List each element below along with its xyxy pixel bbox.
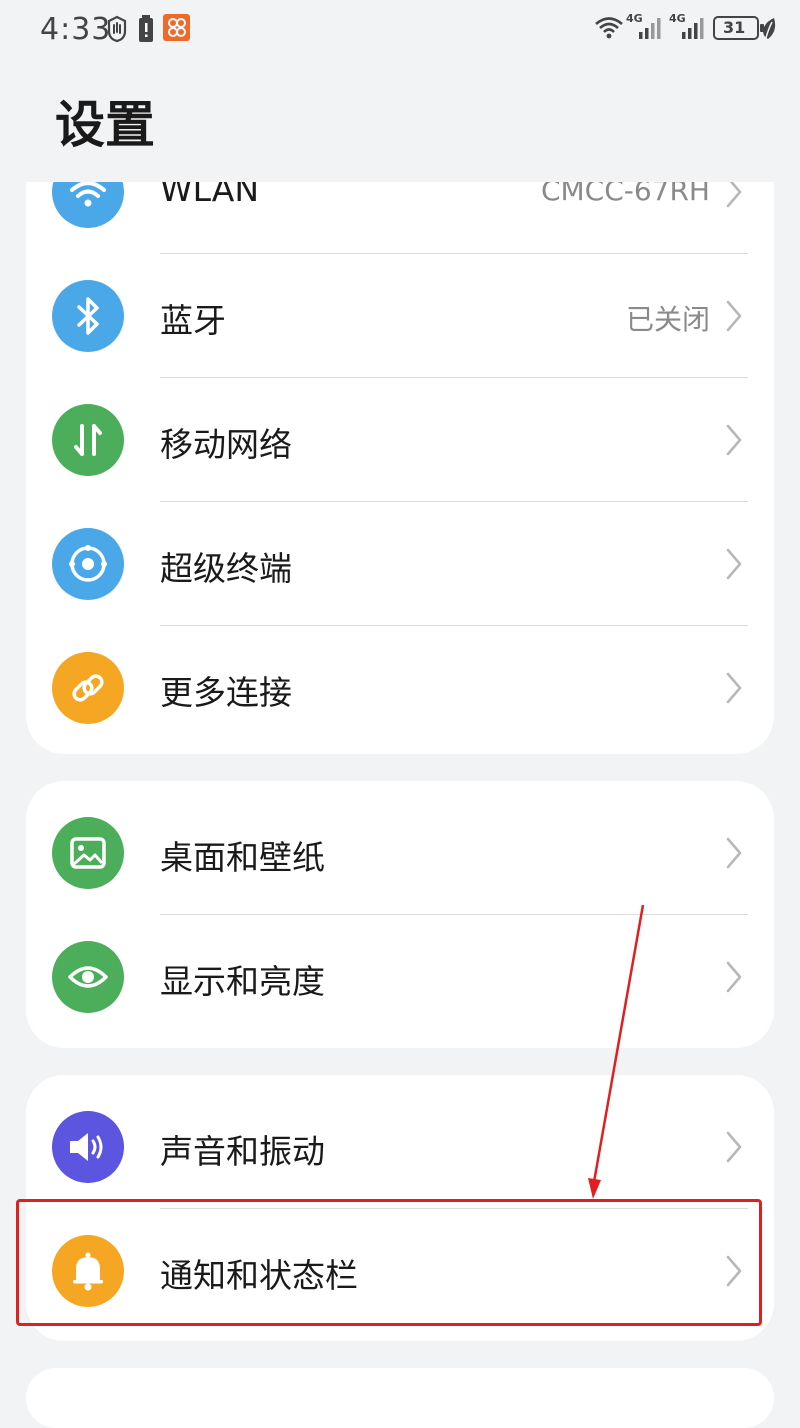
chevron-right-icon (726, 424, 742, 456)
mobile-data-icon (52, 404, 124, 476)
signal-4g-icon-2: 4G (669, 12, 707, 42)
settings-item-wlan[interactable]: WLAN CMCC-67RH (26, 182, 774, 254)
settings-item-super-device[interactable]: 超级终端 (26, 502, 774, 626)
display-card: 桌面和壁纸 显示和亮度 (26, 781, 774, 1048)
super-device-icon (52, 528, 124, 600)
settings-item-label: WLAN (160, 182, 260, 209)
wifi-icon (595, 17, 623, 39)
leaf-icon (763, 18, 776, 39)
status-bar: 4:33 4G 4G 31 (0, 0, 800, 60)
speaker-icon (52, 1111, 124, 1183)
settings-item-wallpaper[interactable]: 桌面和壁纸 (26, 791, 774, 915)
chevron-right-icon (726, 837, 742, 869)
chevron-right-icon (726, 548, 742, 580)
settings-item-value: 已关闭 (625, 303, 710, 336)
bluetooth-icon (52, 280, 124, 352)
settings-item-mobile-network[interactable]: 移动网络 (26, 378, 774, 502)
settings-item-label: 超级终端 (160, 549, 292, 588)
connectivity-card: WLAN CMCC-67RH 蓝牙 已关闭 移动网络 超级终端 更多连接 (26, 182, 774, 754)
wifi-icon (52, 182, 124, 228)
app-badge-icon (163, 14, 190, 41)
settings-item-label: 蓝牙 (160, 301, 226, 340)
highlight-box (16, 1199, 762, 1326)
settings-item-label: 声音和振动 (160, 1132, 325, 1171)
settings-item-display[interactable]: 显示和亮度 (26, 915, 774, 1039)
signal-4g-icon: 4G (626, 12, 664, 42)
eye-icon (52, 941, 124, 1013)
chevron-right-icon (726, 672, 742, 704)
settings-item-value: CMCC-67RH (540, 182, 710, 207)
settings-item-label: 桌面和壁纸 (160, 838, 325, 877)
settings-item-label: 移动网络 (160, 425, 292, 464)
chevron-right-icon (726, 1131, 742, 1163)
settings-item-sound[interactable]: 声音和振动 (26, 1085, 774, 1209)
battery-level: 31 (723, 18, 746, 37)
settings-item-label: 显示和亮度 (160, 962, 325, 1001)
page-title: 设置 (55, 96, 155, 154)
settings-item-more-connections[interactable]: 更多连接 (26, 626, 774, 750)
chevron-right-icon (726, 961, 742, 993)
status-time: 4:33 (40, 12, 112, 47)
battery-alert-icon (139, 15, 153, 42)
chevron-right-icon (726, 300, 742, 332)
hand-icon (107, 15, 127, 43)
settings-item-label: 更多连接 (160, 673, 292, 712)
link-icon (52, 652, 124, 724)
chevron-right-icon (726, 182, 742, 208)
battery-icon: 31 (713, 16, 764, 40)
settings-item-bluetooth[interactable]: 蓝牙 已关闭 (26, 254, 774, 378)
next-card (26, 1368, 774, 1428)
wallpaper-icon (52, 817, 124, 889)
